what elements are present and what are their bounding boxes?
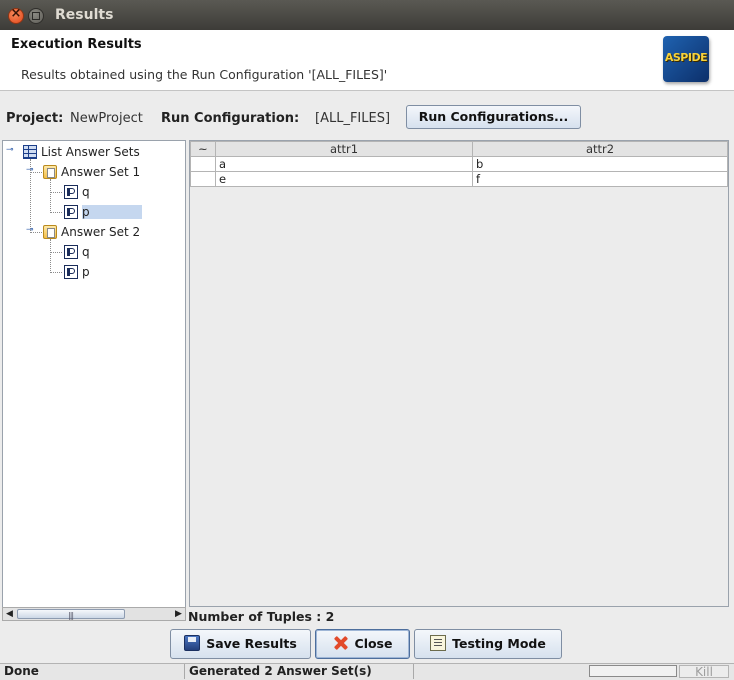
kill-button[interactable]: Kill (679, 665, 729, 678)
close-button[interactable]: Close (315, 629, 410, 659)
header-banner: Execution Results Results obtained using… (0, 30, 734, 91)
run-configurations-button[interactable]: Run Configurations... (406, 105, 581, 129)
status-bar: Done Generated 2 Answer Set(s) Kill (0, 663, 734, 680)
answer-set-1-toggle[interactable]: ⊸ (26, 165, 34, 175)
project-label: Project: (6, 111, 64, 126)
table-header-row: ~ attr1 attr2 (190, 141, 728, 157)
answer-set-2-toggle[interactable]: ⊸ (26, 225, 34, 235)
status-done: Done (0, 664, 185, 679)
predicate-label: q (82, 245, 90, 259)
tree-root-label: List Answer Sets (41, 145, 140, 159)
table-cell[interactable]: f (472, 171, 728, 187)
save-results-button[interactable]: Save Results (170, 629, 311, 659)
project-value: NewProject (70, 111, 143, 126)
column-header-attr1[interactable]: attr1 (215, 141, 473, 157)
tree-root[interactable]: List Answer Sets (23, 143, 140, 161)
answer-sets-tree[interactable]: ⊸ List Answer Sets ⊸ Answer Set 1 q p ⊸ … (2, 140, 186, 608)
window-titlebar: Results (0, 0, 734, 30)
tree-root-toggle[interactable]: ⊸ (6, 145, 14, 155)
progress-bar (589, 665, 677, 677)
document-icon (64, 265, 78, 279)
tree-predicate-p[interactable]: p (64, 263, 90, 281)
table-cell[interactable]: e (215, 171, 473, 187)
clipboard-icon (430, 635, 447, 651)
banner-title: Execution Results (11, 37, 142, 52)
maximize-icon[interactable] (28, 8, 44, 24)
predicate-label: q (82, 185, 90, 199)
folder-icon (43, 225, 57, 239)
row-number-cell (190, 171, 216, 187)
tree-predicate-q[interactable]: q (64, 243, 90, 261)
table-icon (23, 145, 37, 159)
run-configuration-label: Run Configuration: (161, 111, 300, 126)
scroll-left-icon[interactable]: ◀ (3, 608, 16, 620)
document-icon (64, 185, 78, 199)
tree-predicate-p-selected[interactable]: p (64, 203, 142, 221)
tree-answer-set-1[interactable]: Answer Set 1 (43, 163, 140, 181)
table-cell[interactable]: a (215, 156, 473, 172)
aspide-logo: ASPIDE (663, 36, 709, 82)
folder-icon (43, 165, 57, 179)
logo-text: ASPIDE (664, 51, 708, 64)
results-table[interactable]: ~ attr1 attr2 a b e f (190, 141, 728, 187)
document-icon (64, 245, 78, 259)
results-table-panel: ~ attr1 attr2 a b e f (189, 140, 729, 607)
tree-answer-set-2[interactable]: Answer Set 2 (43, 223, 140, 241)
save-icon (184, 635, 201, 651)
close-icon[interactable] (8, 6, 24, 24)
window-title: Results (55, 7, 114, 23)
column-header-attr2[interactable]: attr2 (472, 141, 728, 157)
predicate-label: p (82, 205, 142, 219)
scroll-right-icon[interactable]: ▶ (172, 608, 185, 620)
save-results-label: Save Results (206, 636, 297, 651)
project-row: Project: NewProject Run Configuration: [… (0, 104, 734, 132)
answer-set-label: Answer Set 1 (61, 165, 141, 179)
run-configuration-value: [ALL_FILES] (315, 111, 391, 126)
row-number-header[interactable]: ~ (190, 141, 216, 157)
grip-icon: ||| (68, 611, 74, 620)
scrollbar-thumb[interactable]: ||| (17, 609, 125, 620)
x-icon (333, 635, 349, 651)
status-generated: Generated 2 Answer Set(s) (185, 664, 414, 679)
document-icon (64, 205, 78, 219)
testing-mode-label: Testing Mode (452, 636, 546, 651)
table-row[interactable]: a b (190, 156, 728, 172)
row-number-cell (190, 156, 216, 172)
testing-mode-button[interactable]: Testing Mode (414, 629, 562, 659)
tuples-count: Number of Tuples : 2 (188, 609, 335, 624)
banner-description: Results obtained using the Run Configura… (21, 67, 388, 82)
predicate-label: p (82, 265, 90, 279)
tree-horizontal-scrollbar[interactable]: ◀ ||| ▶ (2, 607, 186, 621)
close-label: Close (354, 636, 393, 651)
table-row[interactable]: e f (190, 171, 728, 187)
answer-set-label: Answer Set 2 (61, 225, 141, 239)
tree-predicate-q[interactable]: q (64, 183, 90, 201)
table-cell[interactable]: b (472, 156, 728, 172)
